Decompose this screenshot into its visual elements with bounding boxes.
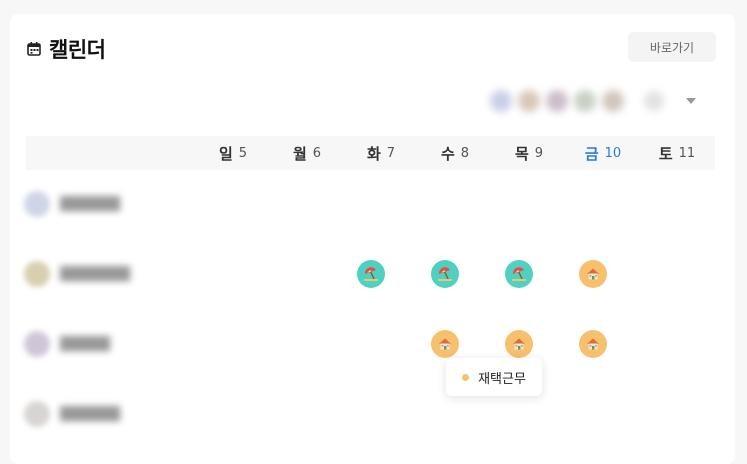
filter-avatar: [546, 90, 568, 112]
member-name: ██████: [60, 196, 120, 212]
beach-umbrella-icon: [363, 266, 379, 282]
event-tooltip: 재택근무: [446, 358, 542, 396]
house-icon: [585, 336, 601, 352]
member-name: ███████: [60, 266, 130, 282]
member-name: █████: [60, 336, 110, 352]
day-header-fri: 금 10: [584, 144, 622, 163]
vacation-event[interactable]: [431, 260, 459, 288]
filter-avatar: [518, 90, 540, 112]
wfh-event[interactable]: [505, 330, 533, 358]
wfh-color-dot: [462, 373, 470, 381]
member-name: ██████: [60, 406, 120, 422]
goto-button[interactable]: 바로가기: [628, 32, 716, 62]
vacation-event[interactable]: [357, 260, 385, 288]
filter-avatar: [602, 90, 624, 112]
day-header-sat: 토 11: [658, 144, 696, 163]
wfh-event[interactable]: [579, 330, 607, 358]
calendar-header: 캘린더: [27, 34, 106, 64]
filter-avatar: [490, 90, 512, 112]
avatar: [24, 261, 50, 287]
day-header-thu: 목9: [514, 144, 544, 163]
avatar: [24, 401, 50, 427]
filter-avatar: [574, 90, 596, 112]
member-row[interactable]: ██████: [24, 396, 120, 432]
calendar-icon: [27, 42, 41, 56]
avatar: [24, 191, 50, 217]
beach-umbrella-icon: [437, 266, 453, 282]
house-icon: [437, 336, 453, 352]
member-row[interactable]: █████: [24, 326, 110, 362]
page-title: 캘린더: [49, 38, 106, 62]
vacation-event[interactable]: [505, 260, 533, 288]
member-row[interactable]: ███████: [24, 256, 130, 292]
day-header-sun: 일5: [218, 144, 248, 163]
member-filter-select[interactable]: [490, 84, 700, 118]
day-header-mon: 월6: [292, 144, 322, 163]
house-icon: [511, 336, 527, 352]
day-header-tue: 화7: [366, 144, 396, 163]
filter-avatar: [644, 91, 664, 111]
beach-umbrella-icon: [511, 266, 527, 282]
member-row[interactable]: ██████: [24, 186, 120, 222]
day-header-wed: 수8: [440, 144, 470, 163]
house-icon: [585, 266, 601, 282]
tooltip-label: 재택근무: [478, 371, 526, 387]
wfh-event[interactable]: [431, 330, 459, 358]
week-header: 일5 월6 화7 수8 목9 금 10 토 11: [26, 136, 715, 170]
chevron-down-icon: [686, 98, 696, 104]
avatar: [24, 331, 50, 357]
wfh-event[interactable]: [579, 260, 607, 288]
calendar-card: 캘린더 바로가기 일5 월6 화7 수8 목9 금 10 토 11 ██████…: [10, 14, 735, 464]
